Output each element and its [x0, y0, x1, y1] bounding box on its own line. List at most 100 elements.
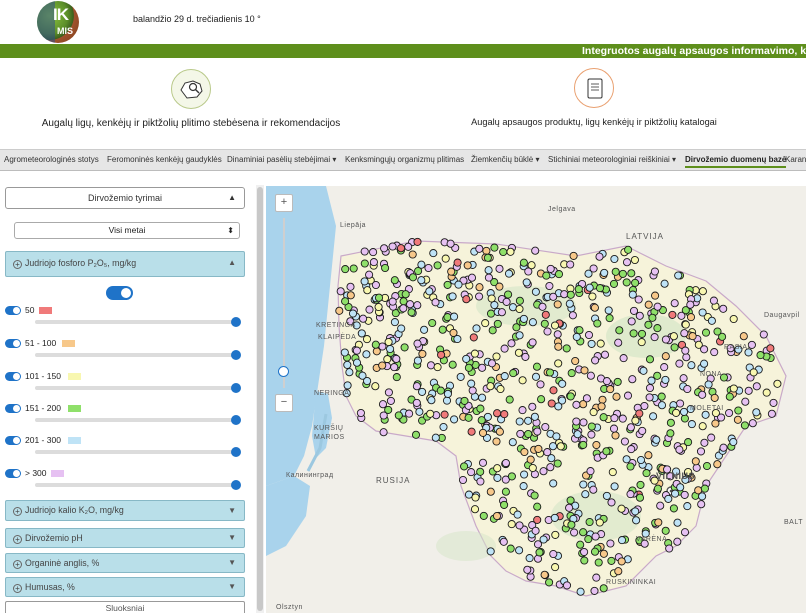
soil-sample-marker[interactable] [681, 346, 690, 355]
soil-sample-marker[interactable] [566, 392, 575, 401]
soil-sample-marker[interactable] [628, 290, 637, 299]
soil-sample-marker[interactable] [545, 281, 554, 291]
soil-sample-marker[interactable] [554, 270, 564, 279]
soil-sample-marker[interactable] [490, 300, 499, 310]
soil-sample-marker[interactable] [570, 528, 579, 537]
soil-sample-marker[interactable] [515, 417, 524, 426]
soil-sample-marker[interactable] [729, 314, 738, 324]
soil-sample-marker[interactable] [671, 489, 680, 498]
soil-sample-marker[interactable] [540, 319, 549, 328]
soil-sample-marker[interactable] [657, 401, 667, 410]
nav-item-agrometeo[interactable]: Agrometeorologinės stotys [4, 155, 99, 164]
soil-sample-marker[interactable] [531, 287, 540, 296]
soil-sample-marker[interactable] [594, 558, 603, 567]
legend-toggle[interactable] [5, 339, 21, 348]
soil-sample-marker[interactable] [711, 419, 720, 428]
opacity-slider[interactable] [35, 320, 235, 324]
soil-sample-marker[interactable] [773, 379, 782, 388]
soil-sample-marker[interactable] [484, 273, 493, 282]
soil-sample-marker[interactable] [696, 447, 706, 456]
soil-sample-marker[interactable] [499, 537, 508, 546]
soil-sample-marker[interactable] [599, 549, 608, 558]
soil-sample-marker[interactable] [683, 502, 692, 511]
soil-sample-marker[interactable] [499, 247, 508, 257]
soil-sample-marker[interactable] [590, 303, 599, 312]
soil-sample-marker[interactable] [609, 279, 619, 288]
soil-sample-marker[interactable] [476, 477, 485, 486]
soil-sample-marker[interactable] [412, 382, 421, 391]
soil-sample-marker[interactable] [475, 244, 484, 253]
soil-sample-marker[interactable] [381, 263, 390, 273]
soil-sample-marker[interactable] [426, 361, 436, 370]
soil-sample-marker[interactable] [481, 319, 490, 328]
soil-sample-marker[interactable] [631, 416, 640, 425]
soil-sample-marker[interactable] [420, 325, 429, 334]
soil-sample-marker[interactable] [417, 276, 426, 285]
soil-sample-marker[interactable] [719, 304, 728, 313]
soil-sample-marker[interactable] [574, 285, 583, 294]
soil-sample-marker[interactable] [628, 375, 637, 384]
soil-sample-marker[interactable] [380, 244, 389, 253]
soil-sample-marker[interactable] [566, 290, 575, 299]
soil-sample-marker[interactable] [652, 435, 661, 444]
soil-sample-marker[interactable] [627, 317, 636, 326]
soil-sample-marker[interactable] [698, 492, 707, 501]
soil-sample-marker[interactable] [360, 259, 369, 268]
soil-sample-marker[interactable] [343, 381, 352, 390]
soil-sample-marker[interactable] [595, 252, 604, 261]
soil-sample-marker[interactable] [500, 372, 509, 381]
soil-sample-marker[interactable] [469, 333, 478, 342]
soil-sample-marker[interactable] [549, 386, 558, 395]
soil-sample-marker[interactable] [447, 267, 456, 276]
soil-sample-marker[interactable] [531, 526, 540, 535]
soil-sample-marker[interactable] [637, 338, 646, 347]
soil-sample-marker[interactable] [605, 314, 614, 323]
opacity-slider-handle[interactable] [231, 383, 241, 393]
soil-sample-marker[interactable] [700, 359, 709, 368]
soil-sample-marker[interactable] [528, 402, 537, 411]
opacity-slider-handle[interactable] [231, 350, 241, 360]
nav-item-karan[interactable]: Karan [785, 155, 806, 164]
soil-sample-marker[interactable] [599, 413, 608, 422]
soil-sample-marker[interactable] [433, 261, 442, 270]
soil-sample-marker[interactable] [386, 344, 395, 354]
soil-sample-marker[interactable] [345, 368, 354, 377]
soil-sample-marker[interactable] [437, 350, 446, 359]
accordion-phosphorus[interactable]: + Judriojo fosforo P₂O₅, mg/kg ▲ [5, 251, 245, 277]
soil-sample-marker[interactable] [518, 376, 527, 385]
soil-sample-marker[interactable] [749, 368, 758, 377]
soil-sample-marker[interactable] [371, 382, 380, 391]
soil-sample-marker[interactable] [454, 280, 463, 289]
soil-sample-marker[interactable] [418, 349, 427, 358]
opacity-slider-handle[interactable] [231, 447, 241, 457]
soil-sample-marker[interactable] [456, 372, 465, 381]
soil-sample-marker[interactable] [639, 366, 648, 375]
soil-sample-marker[interactable] [541, 422, 550, 432]
soil-sample-marker[interactable] [549, 479, 558, 488]
soil-sample-marker[interactable] [390, 363, 399, 372]
soil-sample-marker[interactable] [500, 500, 509, 509]
soil-sample-marker[interactable] [412, 398, 421, 407]
soil-sample-marker[interactable] [602, 377, 611, 386]
soil-sample-marker[interactable] [617, 504, 626, 513]
soil-sample-marker[interactable] [478, 363, 487, 372]
soil-sample-marker[interactable] [580, 556, 589, 565]
soil-sample-marker[interactable] [538, 302, 547, 311]
soil-sample-marker[interactable] [404, 242, 413, 251]
soil-sample-marker[interactable] [462, 295, 471, 304]
soil-sample-marker[interactable] [405, 409, 414, 418]
soil-sample-marker[interactable] [379, 411, 388, 420]
soil-sample-marker[interactable] [502, 297, 511, 306]
soil-sample-marker[interactable] [450, 415, 459, 424]
soil-sample-marker[interactable] [482, 246, 491, 255]
soil-sample-marker[interactable] [590, 547, 600, 556]
soil-sample-marker[interactable] [486, 487, 495, 496]
soil-sample-marker[interactable] [340, 348, 349, 357]
soil-sample-marker[interactable] [680, 490, 689, 499]
soil-sample-marker[interactable] [508, 438, 517, 447]
soil-sample-marker[interactable] [541, 310, 550, 319]
soil-sample-marker[interactable] [596, 339, 605, 348]
soil-sample-marker[interactable] [390, 318, 399, 327]
zoom-in-button[interactable]: + [275, 194, 293, 212]
soil-sample-marker[interactable] [493, 473, 502, 482]
